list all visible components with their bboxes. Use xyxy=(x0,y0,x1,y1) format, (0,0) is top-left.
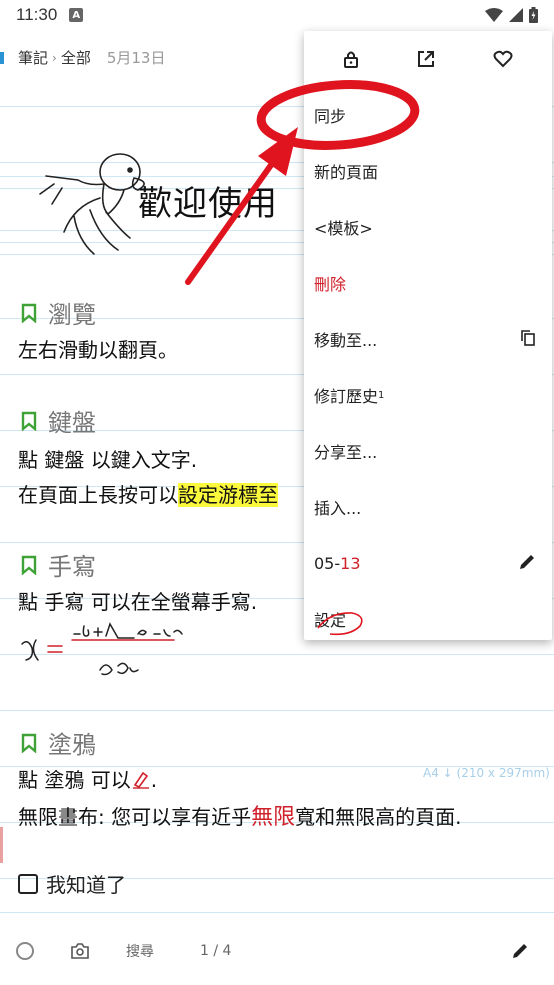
emphasis-text: 無限 xyxy=(251,805,296,830)
note-text: 點 塗鴉 可以 xyxy=(18,768,131,792)
status-right xyxy=(485,7,538,23)
section-heading-browse: 瀏覽 xyxy=(20,295,96,330)
lock-icon[interactable] xyxy=(343,50,359,68)
margin-marker xyxy=(0,827,3,863)
revision-count: 1 xyxy=(378,389,385,401)
menu-item-settings[interactable]: 設定 xyxy=(304,591,552,647)
wifi-icon xyxy=(485,8,503,22)
status-time: 11:30 xyxy=(16,5,58,24)
circle-icon[interactable] xyxy=(16,942,34,960)
menu-item-delete[interactable]: 刪除 xyxy=(304,255,552,311)
menu-item-label: 新的頁面 xyxy=(314,163,379,182)
copy-icon[interactable] xyxy=(520,329,536,347)
section-heading-text: 鍵盤 xyxy=(48,409,96,437)
note-text-line: 無限畫布: 您可以享有近乎無限寬和無限高的頁面. xyxy=(18,799,461,831)
page-counter[interactable]: 1 / 4 xyxy=(200,943,231,959)
menu-item-label: 分享至... xyxy=(314,443,378,462)
breadcrumb-separator: › xyxy=(52,50,57,65)
section-heading-text: 瀏覽 xyxy=(48,301,96,329)
breadcrumb-folder[interactable]: 全部 xyxy=(61,47,91,68)
heart-icon[interactable] xyxy=(493,50,513,68)
battery-icon xyxy=(529,7,538,23)
bottom-toolbar: 搜尋 1 / 4 xyxy=(0,932,554,970)
section-heading-doodle: 塗鴉 xyxy=(20,725,96,760)
notification-a-icon: A xyxy=(69,8,84,22)
menu-item-new-page[interactable]: 新的頁面 xyxy=(304,143,552,199)
menu-item-label: 插入... xyxy=(314,499,362,518)
ruled-line xyxy=(0,710,554,711)
menu-item-sync[interactable]: 同步 xyxy=(304,87,552,143)
handwritten-formula xyxy=(21,622,183,676)
menu-item-label: 修訂歷史 xyxy=(314,387,379,406)
camera-icon[interactable] xyxy=(70,943,90,959)
menu-item-label: 刪除 xyxy=(314,275,347,294)
breadcrumb-notes[interactable]: 筆記 xyxy=(18,47,48,68)
menu-item-template[interactable]: <模板> xyxy=(304,199,552,255)
note-text-line: 左右滑動以翻頁。 xyxy=(18,338,178,362)
menu-icon-row xyxy=(304,31,552,87)
bookmark-icon[interactable] xyxy=(20,733,38,753)
menu-item-label: <模板> xyxy=(314,219,373,238)
eraser-pen-icon xyxy=(132,771,149,789)
page-indicator xyxy=(0,52,4,64)
note-text: 無限畫布: 您可以享有近乎 xyxy=(18,805,252,829)
highlighted-text: 設定游標至 xyxy=(178,483,278,507)
overflow-menu: 同步 新的頁面 <模板> 刪除 移動至... 修訂歷史 1 分享至... 插入..… xyxy=(304,31,552,640)
section-heading-text: 塗鴉 xyxy=(48,731,96,759)
paper-size-label: A4 ↓ (210 x 297mm) xyxy=(423,766,550,780)
breadcrumb-date: 5月13日 xyxy=(106,49,166,67)
note-text-line: 在頁面上長按可以設定游標至 xyxy=(18,479,278,508)
bookmark-icon[interactable] xyxy=(20,555,38,575)
note-text-line: 點 塗鴉 可以. xyxy=(18,764,157,793)
menu-item-date[interactable]: 05- 13 xyxy=(304,535,552,591)
search-button[interactable]: 搜尋 xyxy=(126,941,154,961)
bookmark-icon[interactable] xyxy=(20,303,38,323)
ruled-line xyxy=(0,912,554,913)
status-bar: 11:30 A xyxy=(0,0,554,30)
open-external-icon[interactable] xyxy=(417,50,435,68)
breadcrumb: 筆記 › 全部 5月13日 xyxy=(18,47,165,68)
cellular-icon xyxy=(509,8,523,22)
section-heading-handwriting: 手寫 xyxy=(20,547,96,582)
checkbox-row[interactable]: 我知道了 xyxy=(18,869,126,898)
menu-item-move-to[interactable]: 移動至... xyxy=(304,311,552,367)
menu-item-share[interactable]: 分享至... xyxy=(304,423,552,479)
note-text: 寬和無限高的頁面. xyxy=(295,805,462,829)
bookmark-icon[interactable] xyxy=(20,411,38,431)
menu-item-label: 設定 xyxy=(314,611,347,630)
date-month: 05- xyxy=(314,553,341,573)
pencil-icon[interactable] xyxy=(511,942,529,960)
section-heading-text: 手寫 xyxy=(48,553,96,581)
welcome-title: 歡迎使用 xyxy=(138,184,278,224)
menu-item-insert[interactable]: 插入... xyxy=(304,479,552,535)
date-day: 13 xyxy=(340,553,361,573)
menu-item-revision-history[interactable]: 修訂歷史 1 xyxy=(304,367,552,423)
pencil-icon[interactable] xyxy=(518,553,536,571)
menu-item-label: 同步 xyxy=(314,107,347,126)
checkbox[interactable] xyxy=(18,873,38,894)
menu-item-label: 移動至... xyxy=(314,331,378,350)
note-text: . xyxy=(150,768,158,792)
section-heading-keyboard: 鍵盤 xyxy=(20,403,96,438)
checkbox-label: 我知道了 xyxy=(46,873,126,897)
note-text-line: 點 手寫 可以在全螢幕手寫. xyxy=(18,590,258,614)
note-text-line: 點 鍵盤 以鍵入文字. xyxy=(18,448,198,472)
note-text: 在頁面上長按可以 xyxy=(18,483,178,507)
